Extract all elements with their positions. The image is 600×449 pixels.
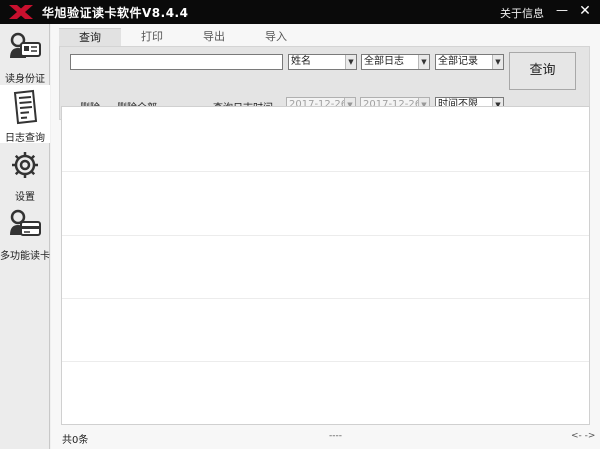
- id-card-reader-icon: [10, 32, 41, 58]
- record-count: 共0条: [62, 435, 89, 446]
- sidebar: 读身份证 日志查询 设置 多功能读卡: [0, 24, 50, 449]
- record-select[interactable]: 全部记录 ▼: [435, 54, 504, 70]
- dropdown-arrow-icon: ▼: [492, 55, 503, 69]
- log-type-select-value: 全部日志: [364, 56, 404, 67]
- tab-print[interactable]: 打印: [121, 28, 183, 46]
- window-title: 华旭验证读卡软件V8.4.4: [42, 6, 189, 20]
- status-center-text: ----: [329, 431, 342, 441]
- main-panel: 查询 打印 导出 导入 姓名 ▼ 全部日志 ▼ 全部记录 ▼ 删除 删除全部 查…: [51, 24, 600, 449]
- title-bar: 华旭验证读卡软件V8.4.4 关于信息 — ✕: [0, 0, 600, 24]
- sidebar-item-label: 日志查询: [5, 133, 45, 144]
- tab-import[interactable]: 导入: [245, 28, 307, 46]
- log-table[interactable]: [61, 106, 590, 425]
- sidebar-item-label: 设置: [15, 192, 35, 203]
- gear-icon: [12, 152, 38, 178]
- table-row-divider: [62, 361, 589, 362]
- table-row-divider: [62, 298, 589, 299]
- sidebar-item-label: 读身份证: [5, 74, 45, 85]
- sidebar-item-label: 多功能读卡: [0, 251, 50, 262]
- sidebar-item-multi-card-reader[interactable]: 多功能读卡: [0, 203, 50, 262]
- table-row-divider: [62, 235, 589, 236]
- table-row-divider: [62, 171, 589, 172]
- about-info-link[interactable]: 关于信息: [500, 5, 544, 21]
- app-logo-icon: [9, 5, 33, 19]
- log-type-select[interactable]: 全部日志 ▼: [361, 54, 430, 70]
- field-select-value: 姓名: [291, 56, 311, 67]
- tab-export[interactable]: 导出: [183, 28, 245, 46]
- search-input[interactable]: [70, 54, 283, 70]
- dropdown-arrow-icon: ▼: [345, 55, 356, 69]
- close-button[interactable]: ✕: [577, 3, 593, 19]
- query-button[interactable]: 查询: [509, 52, 576, 90]
- tab-query[interactable]: 查询: [59, 28, 121, 46]
- multi-card-reader-icon: [10, 209, 41, 236]
- sidebar-item-settings[interactable]: 设置: [0, 144, 50, 203]
- sidebar-item-log-query[interactable]: 日志查询: [0, 85, 50, 144]
- dropdown-arrow-icon: ▼: [418, 55, 429, 69]
- minimize-button[interactable]: —: [555, 3, 569, 19]
- status-bar: 共0条 ---- <- ->: [51, 426, 600, 449]
- record-select-value: 全部记录: [438, 56, 478, 67]
- field-select[interactable]: 姓名 ▼: [288, 54, 357, 70]
- sidebar-item-read-id-card[interactable]: 读身份证: [0, 26, 50, 85]
- log-document-icon: [13, 89, 38, 125]
- pager-arrows[interactable]: <- ->: [571, 431, 595, 441]
